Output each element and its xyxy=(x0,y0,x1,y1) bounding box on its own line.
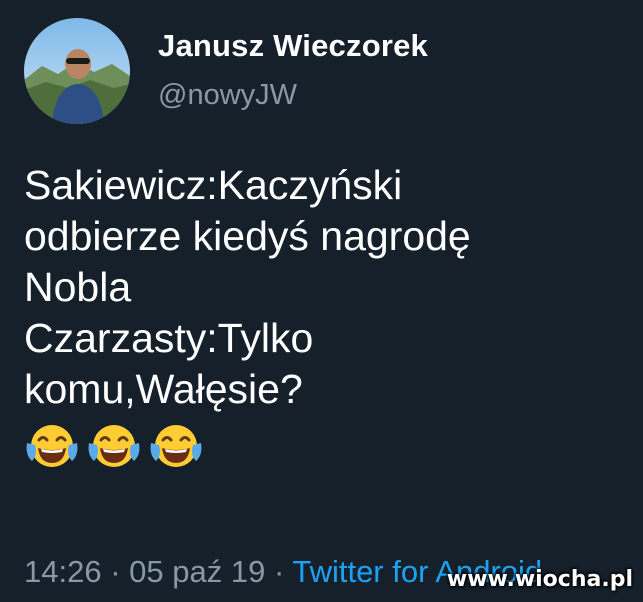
meta-separator: · xyxy=(110,554,121,589)
face-with-tears-of-joy-icon xyxy=(150,425,202,467)
tweet-time[interactable]: 14:26 xyxy=(24,554,102,589)
meta-separator: · xyxy=(273,554,285,589)
user-names: Janusz Wieczorek @nowyJW xyxy=(158,26,428,114)
tweet-text: Sakiewicz:Kaczyński odbierze kiedyś nagr… xyxy=(24,160,624,473)
face-with-tears-of-joy-icon xyxy=(26,425,78,467)
tweet-line: Czarzasty:Tylko xyxy=(24,315,314,361)
tweet-header: Janusz Wieczorek @nowyJW xyxy=(24,18,428,124)
face-with-tears-of-joy-icon xyxy=(88,425,140,467)
user-handle[interactable]: @nowyJW xyxy=(158,76,428,114)
display-name[interactable]: Janusz Wieczorek xyxy=(158,26,428,66)
avatar-image xyxy=(24,18,130,124)
tweet-line: Sakiewicz:Kaczyński xyxy=(24,162,403,208)
tweet-line: odbierze kiedyś nagrodę xyxy=(24,213,471,259)
tweet-date[interactable]: 05 paź 19 xyxy=(129,554,265,589)
tweet-line: Nobla xyxy=(24,264,132,310)
tweet-line: komu,Wałęsie? xyxy=(24,366,303,412)
avatar[interactable] xyxy=(24,18,130,124)
emoji-row xyxy=(24,421,624,473)
watermark: www.wiocha.pl xyxy=(446,567,633,592)
